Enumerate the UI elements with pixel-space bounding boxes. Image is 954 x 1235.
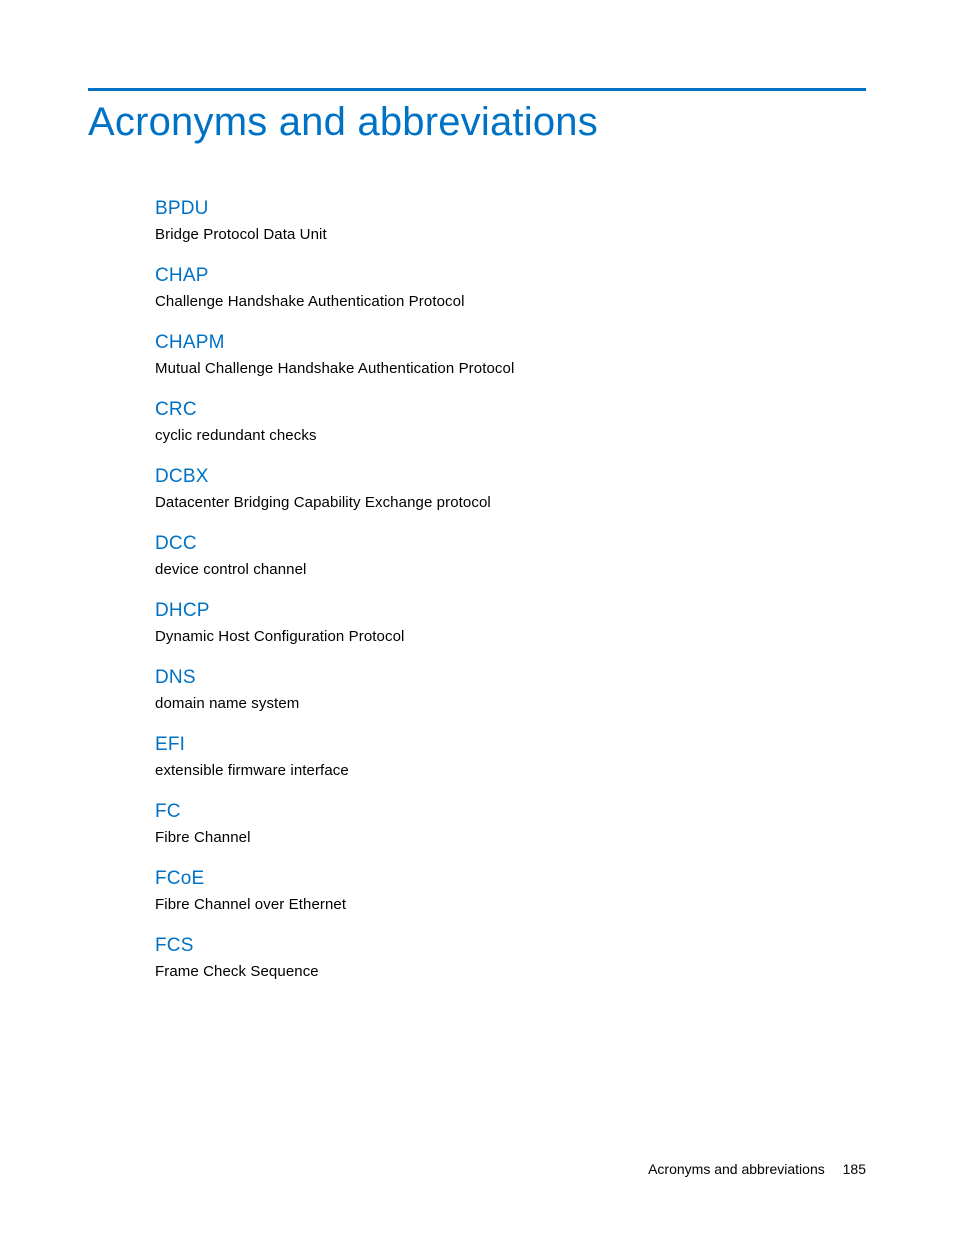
acronym-term: CHAP xyxy=(155,265,866,287)
acronym-term: DNS xyxy=(155,667,866,689)
acronym-definition: domain name system xyxy=(155,695,866,712)
acronym-term: CRC xyxy=(155,399,866,421)
glossary-entry: FCoE Fibre Channel over Ethernet xyxy=(155,868,866,913)
glossary-entry: FCS Frame Check Sequence xyxy=(155,935,866,980)
top-rule xyxy=(88,88,866,91)
acronym-term: DCC xyxy=(155,533,866,555)
acronym-term: FC xyxy=(155,801,866,823)
entries-list: BPDU Bridge Protocol Data Unit CHAP Challen… xyxy=(155,198,866,1002)
glossary-entry: DCBX Datacenter Bridging Capability Excha… xyxy=(155,466,866,511)
acronym-term: EFI xyxy=(155,734,866,756)
glossary-entry: BPDU Bridge Protocol Data Unit xyxy=(155,198,866,243)
acronym-term: FCS xyxy=(155,935,866,957)
page-title: Acronyms and abbreviations xyxy=(88,100,598,145)
acronym-definition: Fibre Channel over Ethernet xyxy=(155,896,866,913)
acronym-term: DHCP xyxy=(155,600,866,622)
glossary-entry: FC Fibre Channel xyxy=(155,801,866,846)
acronym-definition: Mutual Challenge Handshake Authenticatio… xyxy=(155,360,866,377)
acronym-definition: Datacenter Bridging Capability Exchange … xyxy=(155,494,866,511)
acronym-term: BPDU xyxy=(155,198,866,220)
acronym-definition: Challenge Handshake Authentication Proto… xyxy=(155,293,866,310)
footer-section-label: Acronyms and abbreviations xyxy=(648,1161,825,1177)
acronym-definition: Frame Check Sequence xyxy=(155,963,866,980)
acronym-definition: Bridge Protocol Data Unit xyxy=(155,226,866,243)
glossary-entry: CRC cyclic redundant checks xyxy=(155,399,866,444)
acronym-definition: device control channel xyxy=(155,561,866,578)
acronym-definition: Dynamic Host Configuration Protocol xyxy=(155,628,866,645)
acronym-definition: extensible firmware interface xyxy=(155,762,866,779)
page-footer: Acronyms and abbreviations 185 xyxy=(648,1161,866,1177)
glossary-entry: DCC device control channel xyxy=(155,533,866,578)
glossary-entry: EFI extensible firmware interface xyxy=(155,734,866,779)
acronym-term: FCoE xyxy=(155,868,866,890)
document-page: Acronyms and abbreviations BPDU Bridge Pr… xyxy=(0,0,954,1235)
acronym-term: CHAPM xyxy=(155,332,866,354)
footer-page-number: 185 xyxy=(843,1161,866,1177)
acronym-term: DCBX xyxy=(155,466,866,488)
acronym-definition: Fibre Channel xyxy=(155,829,866,846)
glossary-entry: DNS domain name system xyxy=(155,667,866,712)
acronym-definition: cyclic redundant checks xyxy=(155,427,866,444)
glossary-entry: CHAPM Mutual Challenge Handshake Authenti… xyxy=(155,332,866,377)
glossary-entry: DHCP Dynamic Host Configuration Protocol xyxy=(155,600,866,645)
glossary-entry: CHAP Challenge Handshake Authentication P… xyxy=(155,265,866,310)
